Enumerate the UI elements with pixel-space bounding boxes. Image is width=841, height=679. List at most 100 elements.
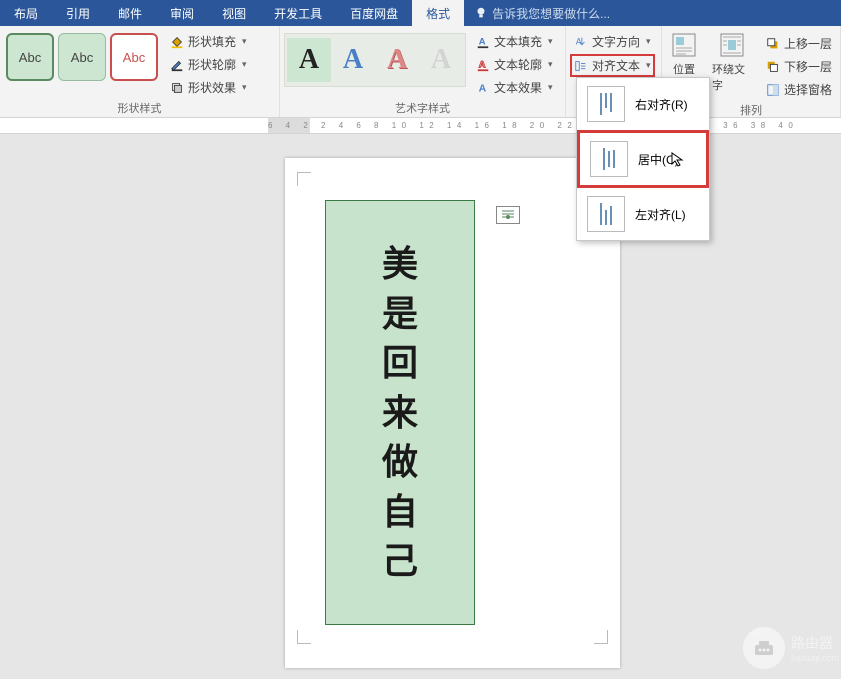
ruler-marks: 6 4 2 2 4 6 8 10 12 14 16 18 20 22 26 28… bbox=[268, 121, 798, 130]
shape-style-swatch-3[interactable]: Abc bbox=[110, 33, 158, 81]
align-right-icon bbox=[587, 86, 625, 122]
tab-view[interactable]: 视图 bbox=[208, 0, 260, 26]
shape-fill-label: 形状填充 bbox=[188, 33, 236, 50]
text-outline-label: 文本轮廓 bbox=[494, 56, 542, 73]
cursor-icon bbox=[670, 151, 686, 167]
text-effect-icon: A bbox=[476, 81, 490, 95]
tab-mail[interactable]: 邮件 bbox=[104, 0, 156, 26]
align-right-item[interactable]: 右对齐(R) bbox=[577, 78, 709, 130]
selection-pane-button[interactable]: 选择窗格 bbox=[762, 79, 836, 100]
lightbulb-icon bbox=[474, 6, 488, 20]
selection-pane-label: 选择窗格 bbox=[784, 81, 832, 98]
char-7: 己 bbox=[382, 541, 418, 581]
align-text-button[interactable]: 对齐文本 ▾ bbox=[570, 54, 655, 77]
chevron-down-icon: ▾ bbox=[242, 82, 247, 93]
margin-corner-bl bbox=[297, 630, 311, 644]
shape-fill-button[interactable]: 形状填充 ▾ bbox=[166, 31, 251, 52]
group-shape-style: Abc Abc Abc 形状填充 ▾ 形状轮廓▾ 形状效果 ▾ 形状样式 bbox=[0, 26, 280, 117]
align-text-label: 对齐文本 bbox=[592, 57, 640, 74]
send-backward-icon bbox=[766, 60, 780, 74]
tab-baidu[interactable]: 百度网盘 bbox=[336, 0, 412, 26]
group-label-art: 艺术字样式 bbox=[284, 98, 561, 118]
tab-devtools[interactable]: 开发工具 bbox=[260, 0, 336, 26]
margin-corner-tl bbox=[297, 172, 311, 186]
tab-format[interactable]: 格式 bbox=[412, 0, 464, 26]
shape-style-swatch-2[interactable]: Abc bbox=[58, 33, 106, 81]
chevron-down-icon: ▾ bbox=[242, 36, 247, 47]
text-fill-icon: A bbox=[476, 35, 490, 49]
text-direction-icon: A bbox=[574, 35, 588, 49]
char-2: 是 bbox=[382, 294, 418, 334]
char-6: 自 bbox=[382, 492, 418, 532]
watermark-title: 路由器 bbox=[791, 635, 833, 651]
bring-forward-label: 上移一层 bbox=[784, 35, 832, 52]
shape-style-swatch-1[interactable]: Abc bbox=[6, 33, 54, 81]
align-center-item[interactable]: 居中(C) bbox=[577, 130, 709, 188]
chevron-down-icon: ▾ bbox=[548, 36, 553, 47]
chevron-down-icon: ▾ bbox=[548, 59, 553, 70]
send-backward-button[interactable]: 下移一层 bbox=[762, 56, 836, 77]
svg-text:A: A bbox=[576, 36, 582, 46]
align-left-item[interactable]: 左对齐(L) bbox=[577, 188, 709, 240]
layout-options-icon[interactable] bbox=[496, 206, 520, 224]
send-backward-label: 下移一层 bbox=[784, 58, 832, 75]
group-art-style: A A A A A 文本填充 ▾ A 文本轮廓 ▾ A 文本效果 ▾ bbox=[280, 26, 566, 117]
wrap-label: 环绕文字 bbox=[712, 61, 752, 93]
position-label: 位置 bbox=[673, 61, 695, 77]
shape-outline-button[interactable]: 形状轮廓▾ bbox=[166, 54, 251, 75]
watermark: 路由器 luyouqi.com bbox=[743, 627, 839, 669]
text-fill-button[interactable]: A 文本填充 ▾ bbox=[472, 31, 557, 52]
align-text-dropdown: 右对齐(R) 居中(C) 左对齐(L) bbox=[576, 77, 710, 241]
shape-effect-label: 形状效果 bbox=[188, 79, 236, 96]
text-direction-button[interactable]: A 文字方向▾ bbox=[570, 31, 655, 52]
align-text-icon bbox=[574, 59, 588, 73]
tell-me-label: 告诉我您想要做什么... bbox=[492, 5, 610, 22]
align-center-icon bbox=[590, 141, 628, 177]
art-style-4[interactable]: A bbox=[419, 38, 463, 82]
align-right-label: 右对齐(R) bbox=[635, 96, 688, 113]
chevron-down-icon: ▾ bbox=[646, 60, 651, 71]
shape-effect-button[interactable]: 形状效果 ▾ bbox=[166, 77, 251, 98]
tab-reference[interactable]: 引用 bbox=[52, 0, 104, 26]
svg-text:A: A bbox=[479, 36, 486, 47]
paint-bucket-icon bbox=[170, 35, 184, 49]
art-style-2[interactable]: A bbox=[331, 38, 375, 82]
wrap-indicator-icon bbox=[500, 209, 516, 221]
effect-icon bbox=[170, 81, 184, 95]
wrap-icon bbox=[718, 31, 746, 59]
char-5: 做 bbox=[382, 442, 418, 482]
text-fill-label: 文本填充 bbox=[494, 33, 542, 50]
tell-me-prompt[interactable]: 告诉我您想要做什么... bbox=[464, 5, 610, 22]
bring-forward-icon bbox=[766, 37, 780, 51]
position-button[interactable]: 位置 bbox=[666, 29, 702, 79]
watermark-logo-icon bbox=[743, 627, 785, 669]
ribbon-tabs: 布局 引用 邮件 审阅 视图 开发工具 百度网盘 格式 告诉我您想要做什么... bbox=[0, 0, 841, 26]
position-icon bbox=[670, 31, 698, 59]
group-label-shape: 形状样式 bbox=[4, 98, 275, 118]
art-style-1[interactable]: A bbox=[287, 38, 331, 82]
margin-corner-br bbox=[594, 630, 608, 644]
tab-layout[interactable]: 布局 bbox=[0, 0, 52, 26]
char-3: 回 bbox=[382, 343, 418, 383]
bring-forward-button[interactable]: 上移一层 bbox=[762, 33, 836, 54]
wrap-text-button[interactable]: 环绕文字 bbox=[708, 29, 756, 95]
document-page[interactable]: 美 是 回 来 做 自 己 bbox=[285, 158, 620, 668]
pen-outline-icon bbox=[170, 58, 184, 72]
char-4: 来 bbox=[382, 393, 418, 433]
svg-text:A: A bbox=[479, 82, 487, 94]
horizontal-ruler[interactable]: 6 4 2 2 4 6 8 10 12 14 16 18 20 22 26 28… bbox=[0, 118, 841, 134]
svg-text:A: A bbox=[479, 59, 486, 70]
align-left-icon bbox=[587, 196, 625, 232]
text-direction-label: 文字方向 bbox=[592, 33, 640, 50]
art-style-3[interactable]: A bbox=[375, 38, 419, 82]
shape-outline-label: 形状轮廓 bbox=[188, 56, 236, 73]
text-effect-button[interactable]: A 文本效果 ▾ bbox=[472, 77, 557, 98]
chevron-down-icon: ▾ bbox=[548, 82, 553, 93]
text-outline-icon: A bbox=[476, 58, 490, 72]
text-effect-label: 文本效果 bbox=[494, 79, 542, 96]
selection-pane-icon bbox=[766, 83, 780, 97]
vertical-textbox[interactable]: 美 是 回 来 做 自 己 bbox=[325, 200, 475, 625]
align-left-label: 左对齐(L) bbox=[635, 206, 686, 223]
text-outline-button[interactable]: A 文本轮廓 ▾ bbox=[472, 54, 557, 75]
tab-review[interactable]: 审阅 bbox=[156, 0, 208, 26]
